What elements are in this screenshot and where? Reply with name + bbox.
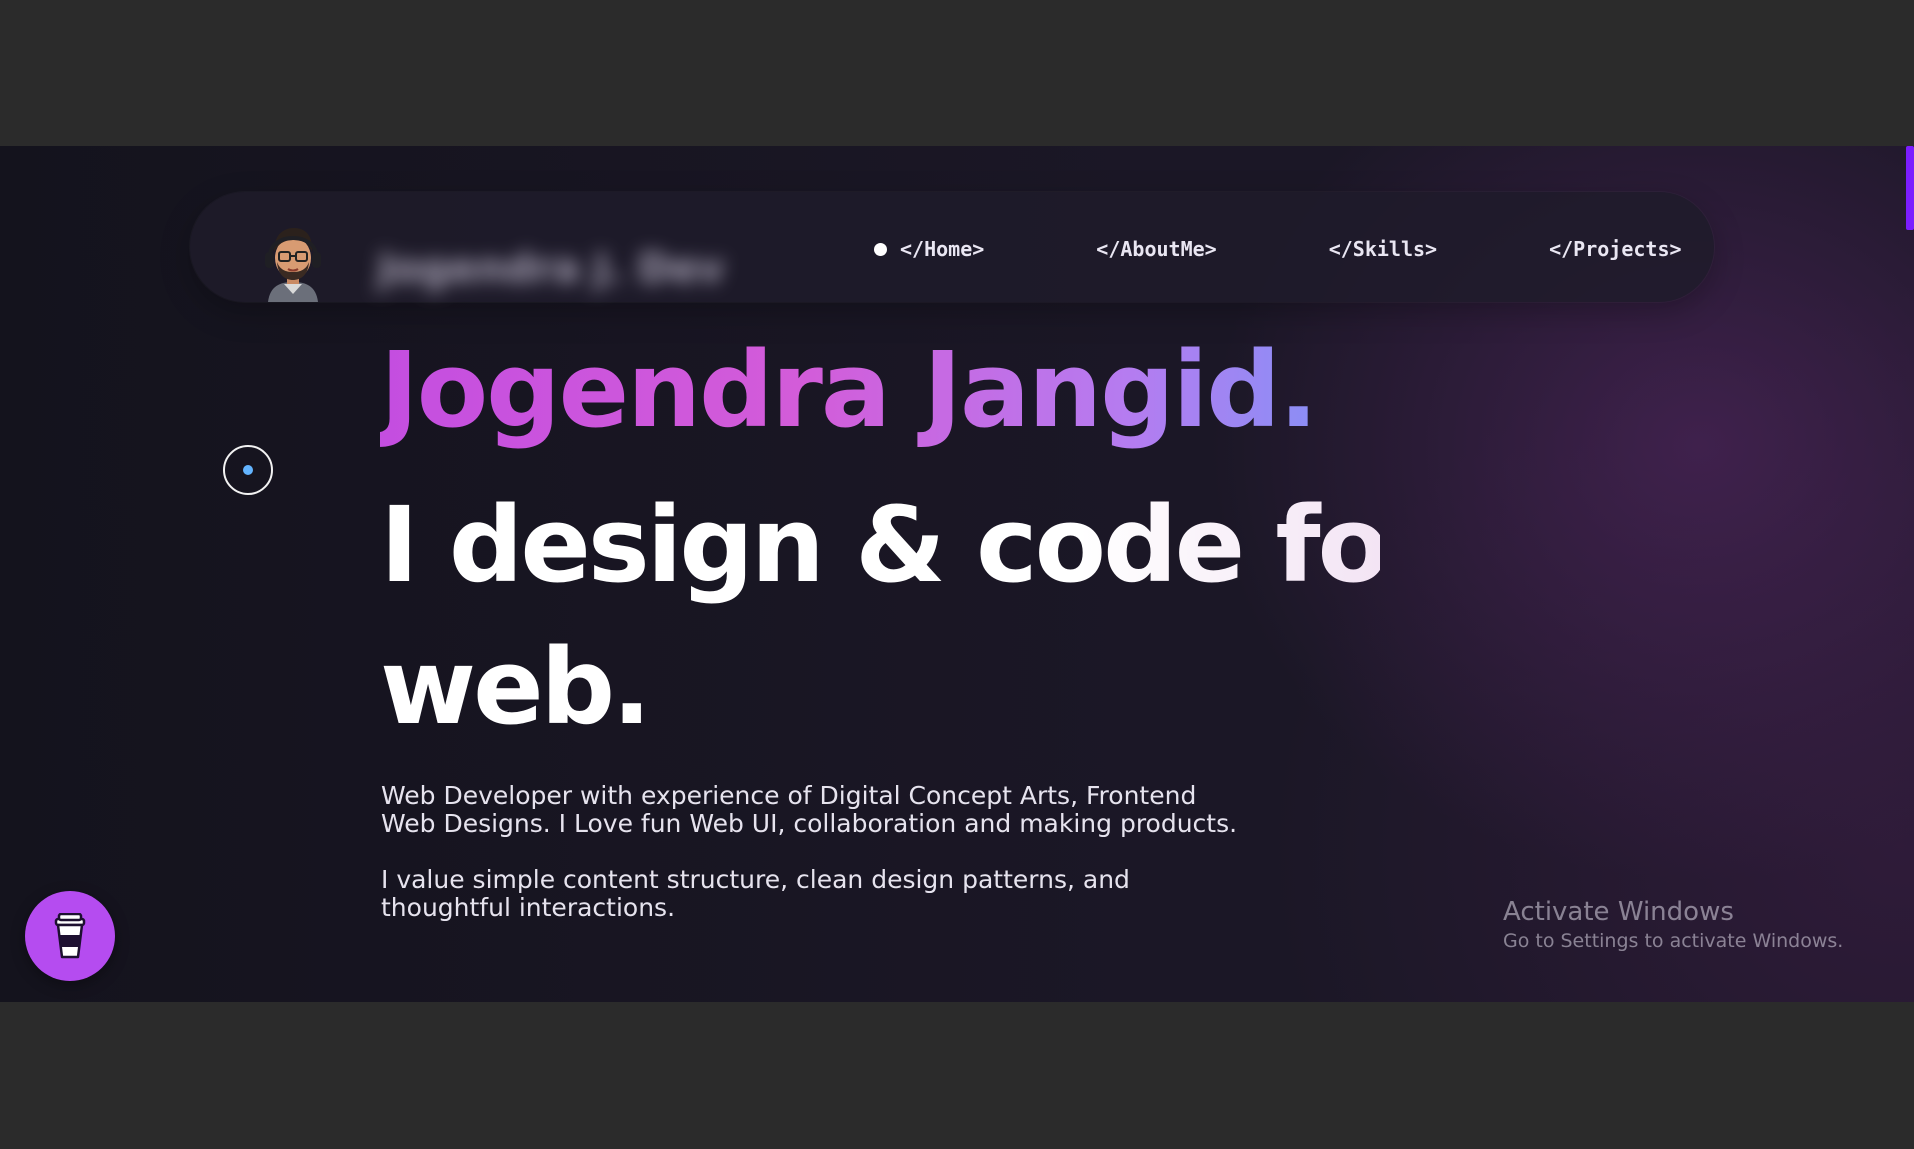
nav-link-projects[interactable]: </Projects>	[1549, 237, 1681, 261]
letterbox-bottom	[0, 1002, 1914, 1149]
nav-link-home[interactable]: </Home>	[900, 237, 984, 261]
brand-name-blurred[interactable]: Jogendra J. Dev	[378, 249, 788, 289]
top-navbar: Jogendra J. Dev </Home> </AboutMe> </Ski…	[190, 192, 1714, 302]
hero-tagline-line-1: I design & code for	[380, 474, 1437, 616]
scrollbar-thumb[interactable]	[1906, 146, 1914, 230]
hero-name: Jogendra Jangid.	[380, 329, 1318, 451]
nav-link-skills[interactable]: </Skills>	[1329, 237, 1437, 261]
hero-tagline: I design & code for web.	[380, 474, 1437, 758]
cursor-dot	[243, 465, 253, 475]
letterbox-top	[0, 0, 1914, 146]
hero-tagline-line-2: web.	[380, 626, 652, 748]
hero-description-1: Web Developer with experience of Digital…	[381, 781, 1238, 838]
memoji-avatar-icon[interactable]	[260, 222, 326, 302]
nav-link-aboutme[interactable]: </AboutMe>	[1096, 237, 1216, 261]
buy-me-coffee-button[interactable]	[25, 891, 115, 981]
hero-description-2: I value simple content structure, clean …	[381, 865, 1130, 922]
active-dot-icon	[874, 242, 887, 256]
watermark-subtitle: Go to Settings to activate Windows.	[1503, 930, 1844, 952]
cursor-ring-icon	[223, 445, 273, 495]
page-viewport: Jogendra J. Dev </Home> </AboutMe> </Ski…	[0, 146, 1914, 1002]
activate-windows-watermark: Activate Windows Go to Settings to activ…	[1503, 896, 1843, 954]
nav-links: </Home> </AboutMe> </Skills> </Projects>	[874, 234, 1682, 264]
watermark-title: Activate Windows	[1503, 897, 1734, 927]
coffee-cup-icon	[54, 913, 86, 959]
